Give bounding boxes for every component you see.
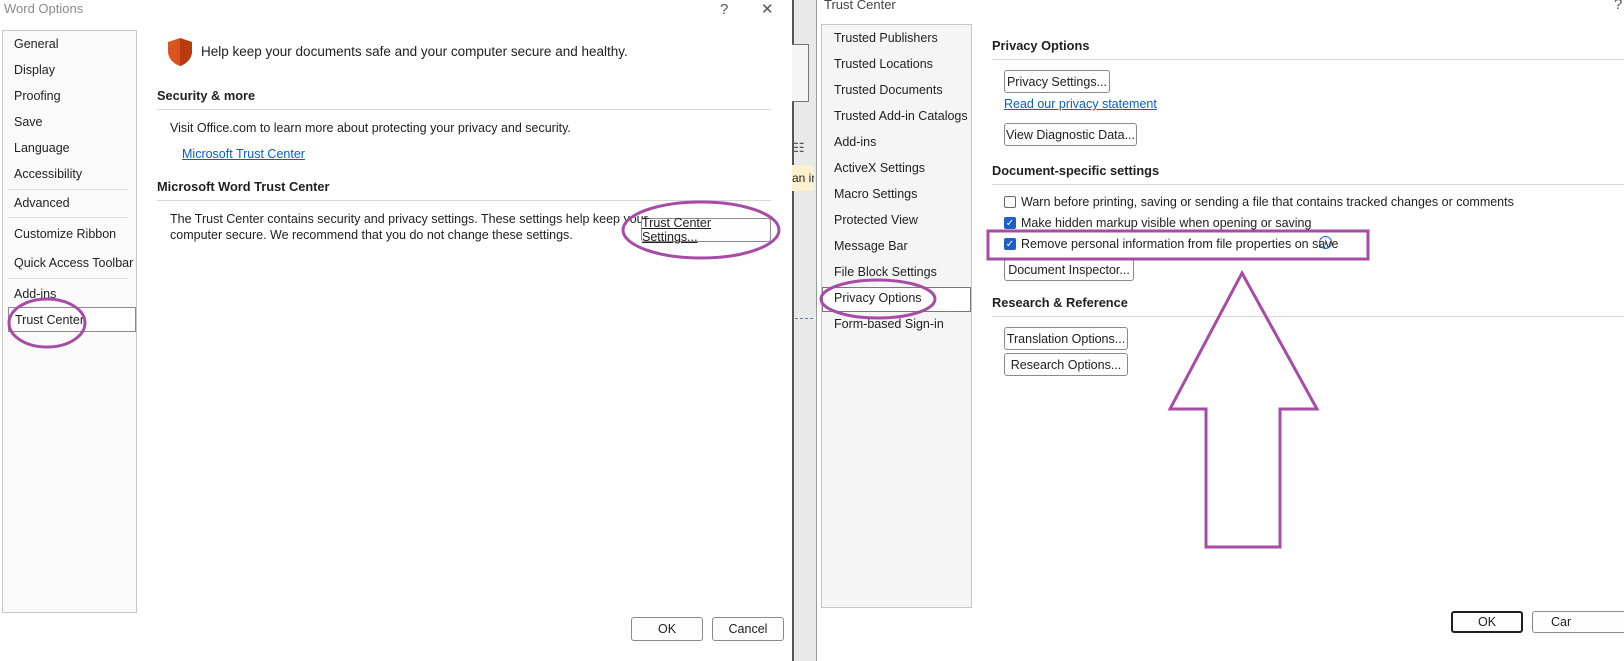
- annotation-circle-privacy-options: [819, 278, 937, 320]
- annotation-box-remove-personal-info: [986, 229, 1370, 261]
- annotation-arrow-up: [1167, 269, 1320, 549]
- annotation-circle-trust-center-settings: [621, 200, 781, 260]
- annotation-overlay: [7, 200, 1370, 549]
- annotation-circle-trust-center: [7, 297, 87, 349]
